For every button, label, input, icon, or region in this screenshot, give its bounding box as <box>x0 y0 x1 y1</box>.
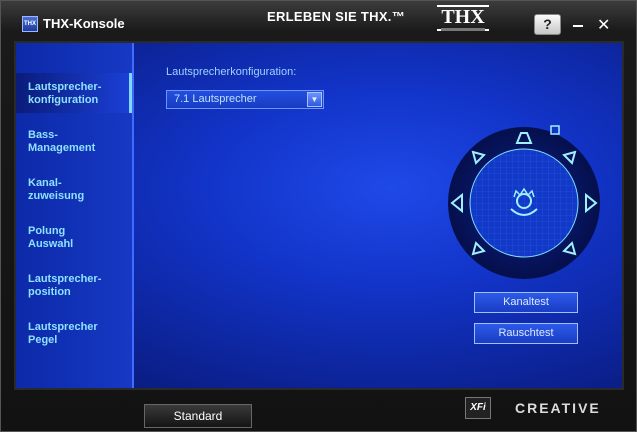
sidebar-item-label: Auswahl <box>28 238 74 250</box>
speaker-layout-diagram <box>446 125 602 281</box>
thx-app-icon: THX <box>22 16 38 32</box>
sidebar-item-label: Polung <box>28 225 66 237</box>
content-frame: Lautsprecher- konfiguration Bass- Manage… <box>14 41 624 390</box>
creative-logo: CREATIVE <box>515 400 601 416</box>
sidebar-item-label: Pegel <box>28 334 58 346</box>
sidebar-item-label: Management <box>28 142 96 154</box>
thx-console-window: THX THX-Konsole ERLEBEN SIE THX.™ THX ? … <box>0 0 637 432</box>
speaker-config-label: Lautsprecherkonfiguration: <box>166 66 297 78</box>
sidebar-item-label: zuweisung <box>28 190 85 202</box>
sidebar-item-speaker-position[interactable]: Lautsprecher- position <box>16 273 132 313</box>
main-panel: Lautsprecherkonfiguration: 7.1 Lautsprec… <box>136 43 622 388</box>
sidebar-item-speaker-level[interactable]: Lautsprecher Pegel <box>16 321 132 361</box>
sidebar-item-label: Lautsprecher- <box>28 273 102 285</box>
sidebar-item-label: Kanal- <box>28 177 62 189</box>
sidebar-item-label: position <box>28 286 71 298</box>
sidebar-item-label: Lautsprecher <box>28 321 98 333</box>
sidebar-item-label: Bass- <box>28 129 58 141</box>
noise-test-button[interactable]: Rauschtest <box>474 323 578 344</box>
sidebar-item-channel-assignment[interactable]: Kanal- zuweisung <box>16 177 132 217</box>
sidebar-item-label: Lautsprecher- <box>28 81 102 93</box>
xfi-logo: XFi <box>465 397 491 419</box>
title-bar[interactable]: THX THX-Konsole ERLEBEN SIE THX.™ THX ? … <box>1 1 636 41</box>
chevron-down-icon[interactable]: ▼ <box>307 92 322 107</box>
channel-test-button[interactable]: Kanaltest <box>474 292 578 313</box>
sidebar: Lautsprecher- konfiguration Bass- Manage… <box>16 43 134 388</box>
speaker-config-value: 7.1 Lautsprecher <box>174 93 257 105</box>
minimize-button[interactable] <box>573 25 583 27</box>
listening-grid <box>469 148 579 258</box>
sidebar-item-speaker-config[interactable]: Lautsprecher- konfiguration <box>16 73 132 113</box>
close-button[interactable]: ✕ <box>597 15 610 35</box>
thx-logo-underline <box>441 28 485 31</box>
sidebar-item-bass-management[interactable]: Bass- Management <box>16 129 132 169</box>
slogan-text: ERLEBEN SIE THX.™ <box>267 9 406 24</box>
sidebar-item-label: konfiguration <box>28 94 99 106</box>
standard-button[interactable]: Standard <box>144 404 252 428</box>
speaker-diagram-svg <box>448 125 600 279</box>
speaker-config-select[interactable]: 7.1 Lautsprecher ▼ <box>166 90 324 109</box>
sidebar-item-polarity[interactable]: Polung Auswahl <box>16 225 132 265</box>
help-button[interactable]: ? <box>534 14 561 35</box>
window-title: THX-Konsole <box>43 16 125 31</box>
